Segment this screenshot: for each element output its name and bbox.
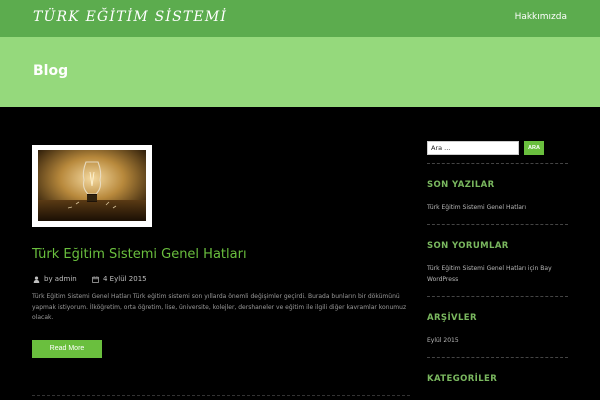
lightbulb-photo <box>38 150 146 221</box>
widget-title-categories: KATEGORİLER <box>427 374 498 384</box>
main-content: Türk Eğitim Sistemi Genel Hatları by adm… <box>0 107 600 400</box>
post-date-text[interactable]: 4 Eylül 2015 <box>103 275 147 283</box>
nav-link-hakkimizda[interactable]: Hakkımızda <box>515 12 567 22</box>
calendar-icon <box>92 275 99 283</box>
widget-title-recent-comments: SON YORUMLAR <box>427 241 509 251</box>
widget-title-recent-posts: SON YAZILAR <box>427 180 495 190</box>
search-button[interactable]: ARA <box>524 141 544 155</box>
search-input[interactable]: Ara ... <box>427 141 519 155</box>
recent-comment-link[interactable]: Türk Eğitim Sistemi Genel Hatları için B… <box>427 263 568 285</box>
archive-link[interactable]: Eylül 2015 <box>427 335 568 346</box>
user-icon <box>33 275 40 283</box>
post-divider <box>32 395 410 396</box>
site-logo[interactable]: TÜRK EĞİTİM SİSTEMİ <box>33 9 227 25</box>
lightbulb-icon <box>38 150 146 221</box>
widget-divider <box>427 224 568 225</box>
widget-divider <box>427 163 568 164</box>
post-date: 4 Eylül 2015 <box>92 275 147 283</box>
post-author-text[interactable]: by admin <box>44 275 77 283</box>
post-excerpt: Türk Eğitim Sistemi Genel Hatları Türk e… <box>32 293 407 321</box>
page-title: Blog <box>33 63 69 79</box>
read-more-button[interactable]: Read More <box>32 340 102 358</box>
post-author: by admin <box>33 275 77 283</box>
post-thumbnail[interactable] <box>32 145 152 227</box>
page-banner: Blog <box>0 37 600 107</box>
site-header: TÜRK EĞİTİM SİSTEMİ Hakkımızda <box>0 0 600 37</box>
widget-divider <box>427 296 568 297</box>
widget-divider <box>427 357 568 358</box>
widget-title-archives: ARŞİVLER <box>427 313 477 323</box>
post-title[interactable]: Türk Eğitim Sistemi Genel Hatları <box>32 247 247 262</box>
recent-post-link[interactable]: Türk Eğitim Sistemi Genel Hatları <box>427 202 568 213</box>
